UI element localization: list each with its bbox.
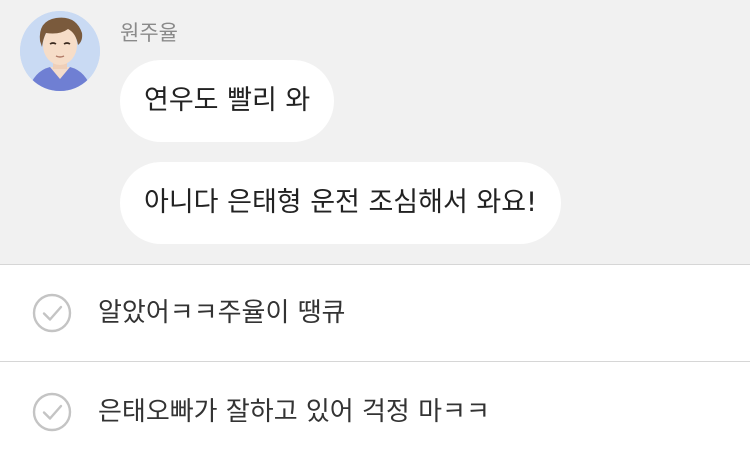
sender-name: 원주율 <box>120 21 178 45</box>
reply-option-2[interactable]: 은태오빠가 잘하고 있어 걱정 마ㅋㅋ <box>0 362 750 453</box>
avatar <box>20 11 100 91</box>
check-circle-icon <box>32 392 72 432</box>
reply-option-label: 알았어ㅋㅋ주율이 땡큐 <box>98 298 346 328</box>
chat-area: 원주율 연우도 빨리 와 아니다 은태형 운전 조심해서 와요! <box>0 0 750 264</box>
avatar-image <box>20 11 100 91</box>
reply-option-1[interactable]: 알았어ㅋㅋ주율이 땡큐 <box>0 265 750 361</box>
reply-option-label: 은태오빠가 잘하고 있어 걱정 마ㅋㅋ <box>98 397 490 427</box>
message-bubble: 연우도 빨리 와 <box>120 60 335 142</box>
message-bubble: 아니다 은태형 운전 조심해서 와요! <box>120 162 561 244</box>
check-circle-icon <box>32 293 72 333</box>
